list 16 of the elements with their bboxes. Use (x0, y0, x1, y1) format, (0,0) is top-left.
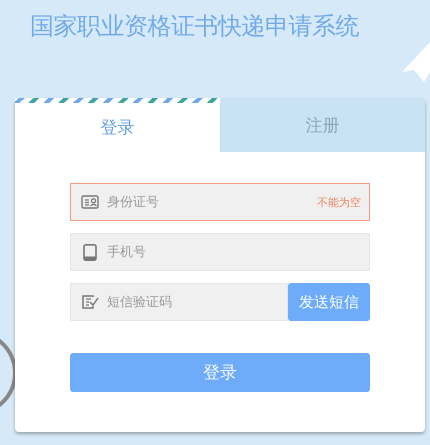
text-input[interactable]: 手机号 (105, 244, 361, 260)
input-field[interactable]: 手机号 (70, 233, 370, 271)
text-input[interactable]: 短信验证码 (105, 294, 279, 310)
text-input[interactable]: 身份证号 (105, 194, 311, 210)
error-message: 不能为空 (317, 194, 361, 210)
input-field[interactable]: 身份证号 不能为空 (70, 183, 370, 221)
paper-plane-drawing (400, 42, 430, 82)
checklist-icon (81, 294, 99, 310)
input-field[interactable]: 短信验证码 (70, 283, 288, 321)
phone-icon (81, 244, 99, 260)
id-card-icon (81, 194, 99, 210)
tab[interactable]: 注册 (220, 98, 425, 152)
send-sms-button[interactable]: 发送短信 (288, 283, 370, 321)
tab[interactable]: 登录 (15, 98, 220, 152)
page-title: 国家职业资格证书快递申请系统 (30, 11, 360, 42)
login-button[interactable]: 登录 (70, 353, 370, 392)
